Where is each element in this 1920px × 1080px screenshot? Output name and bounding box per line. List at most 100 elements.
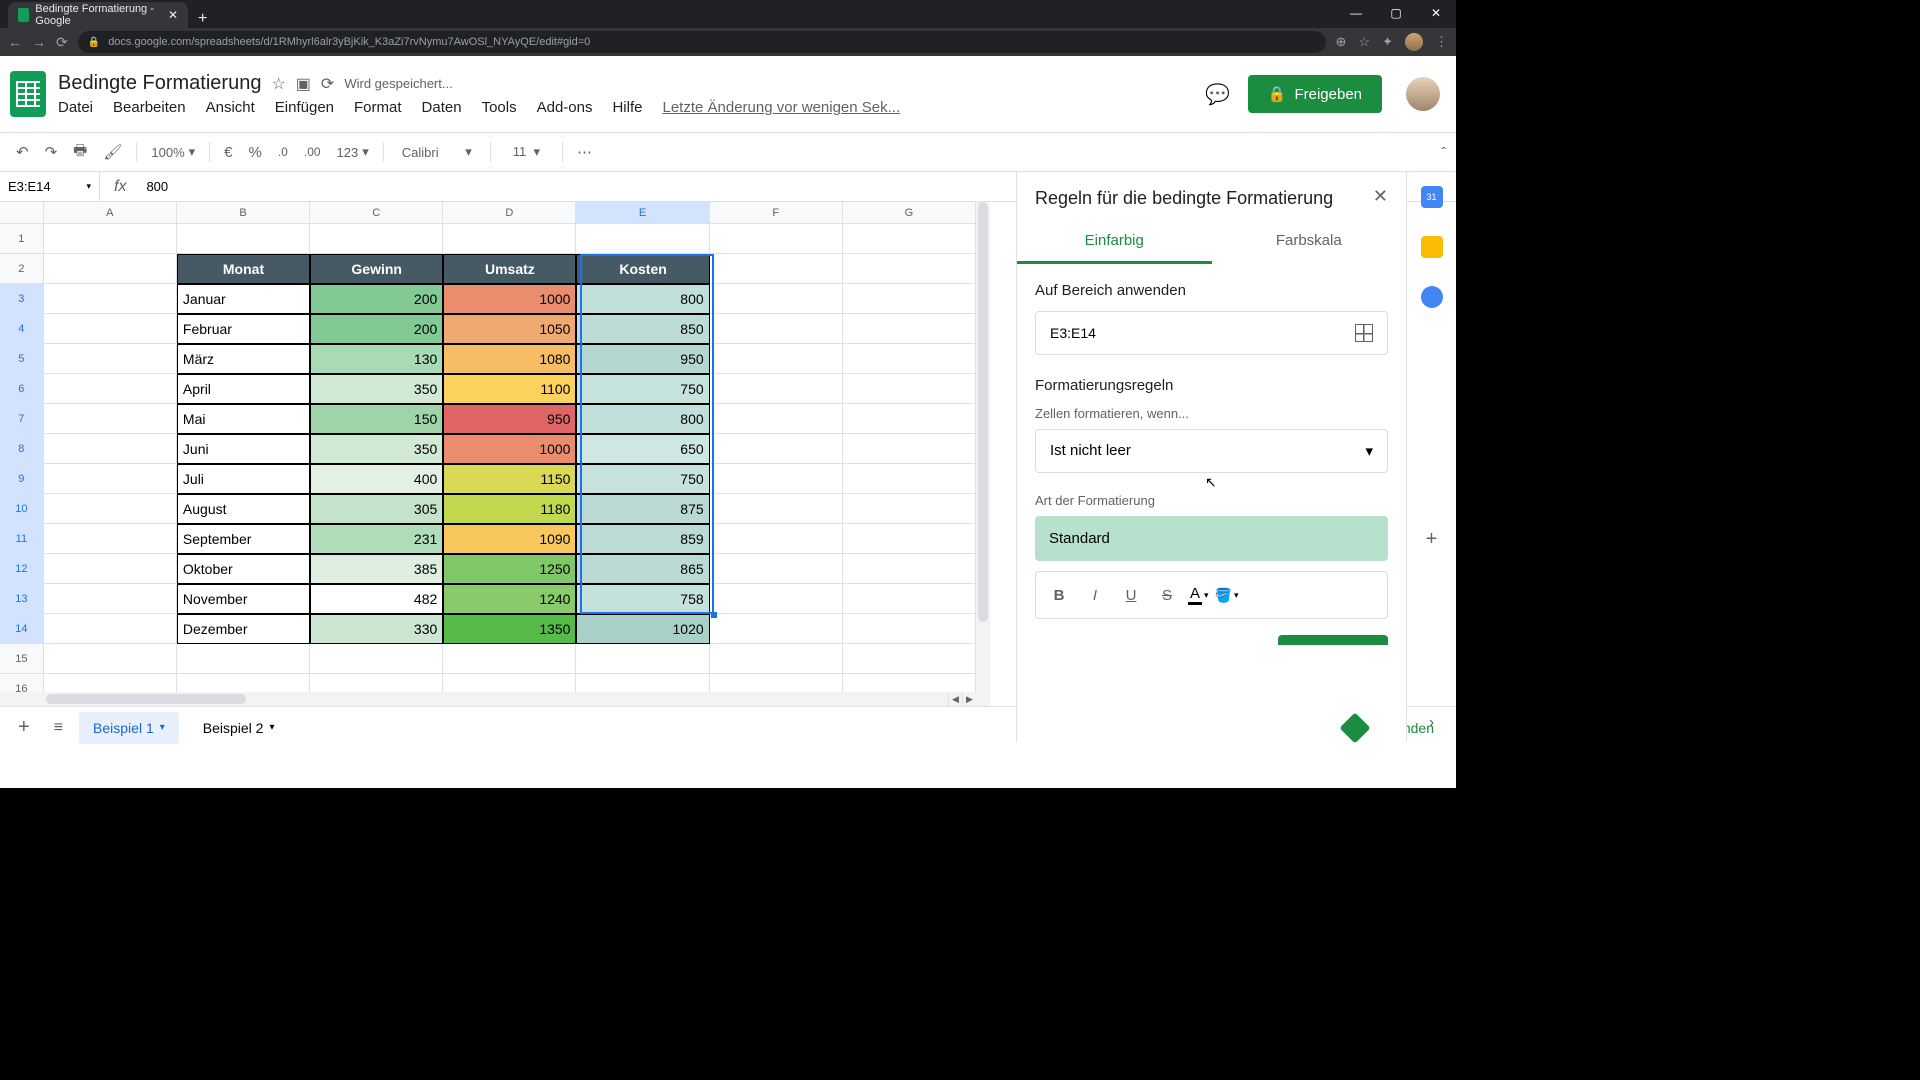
cell-D5[interactable]: 1080 <box>443 344 576 374</box>
cell-G15[interactable] <box>843 644 976 674</box>
row-header-13[interactable]: 13 <box>0 584 44 614</box>
tasks-icon[interactable] <box>1421 286 1443 308</box>
cell-F4[interactable] <box>710 314 843 344</box>
cell-F10[interactable] <box>710 494 843 524</box>
cell-E4[interactable]: 850 <box>576 314 709 344</box>
cell-B3[interactable]: Januar <box>177 284 310 314</box>
cell-A15[interactable] <box>44 644 177 674</box>
zoom-icon[interactable]: ⊕ <box>1336 34 1347 50</box>
cell-A13[interactable] <box>44 584 177 614</box>
cell-G3[interactable] <box>843 284 976 314</box>
browser-tab[interactable]: Bedingte Formatierung - Google ✕ <box>8 2 188 28</box>
row-header-3[interactable]: 3 <box>0 284 44 314</box>
account-avatar[interactable] <box>1406 77 1440 111</box>
row-header-1[interactable]: 1 <box>0 224 44 254</box>
range-input[interactable]: E3:E14 <box>1035 311 1388 355</box>
decrease-decimals-button[interactable]: .0 <box>272 141 294 163</box>
chrome-menu-icon[interactable]: ⋮ <box>1435 34 1448 50</box>
cell-B14[interactable]: Dezember <box>177 614 310 644</box>
collapse-rail-icon[interactable]: › <box>1429 714 1434 732</box>
cell-B2[interactable]: Monat <box>177 254 310 284</box>
share-button[interactable]: 🔒 Freigeben <box>1248 75 1382 113</box>
cell-C5[interactable]: 130 <box>310 344 443 374</box>
cell-C6[interactable]: 350 <box>310 374 443 404</box>
horizontal-scrollbar[interactable] <box>46 694 246 704</box>
cell-C10[interactable]: 305 <box>310 494 443 524</box>
scroll-right-icon[interactable]: ▶ <box>962 692 976 706</box>
cell-C15[interactable] <box>310 644 443 674</box>
cell-A4[interactable] <box>44 314 177 344</box>
add-sheet-button[interactable]: + <box>10 716 38 739</box>
document-title[interactable]: Bedingte Formatierung <box>58 72 261 95</box>
cell-G9[interactable] <box>843 464 976 494</box>
close-window-icon[interactable]: ✕ <box>1416 0 1456 26</box>
print-icon[interactable]: 🖶 <box>67 136 93 169</box>
redo-icon[interactable]: ↷ <box>39 139 64 165</box>
new-tab-button[interactable]: + <box>188 10 217 28</box>
collapse-toolbar-icon[interactable]: ˆ <box>1441 144 1446 160</box>
sheet-tab-1[interactable]: Beispiel 1▾ <box>79 712 179 744</box>
cell-G13[interactable] <box>843 584 976 614</box>
column-header-E[interactable]: E <box>576 202 709 223</box>
text-color-button[interactable]: A▾ <box>1188 585 1209 605</box>
cell-B10[interactable]: August <box>177 494 310 524</box>
cell-C13[interactable]: 482 <box>310 584 443 614</box>
zoom-select[interactable]: 100% ▾ <box>145 144 201 160</box>
selection-handle[interactable] <box>711 612 717 618</box>
cell-F15[interactable] <box>710 644 843 674</box>
cell-A6[interactable] <box>44 374 177 404</box>
row-header-10[interactable]: 10 <box>0 494 44 524</box>
cell-A14[interactable] <box>44 614 177 644</box>
cell-B12[interactable]: Oktober <box>177 554 310 584</box>
tab-single-color[interactable]: Einfarbig <box>1017 220 1212 264</box>
cell-E10[interactable]: 875 <box>576 494 709 524</box>
cell-D8[interactable]: 1000 <box>443 434 576 464</box>
paint-format-icon[interactable]: 🖌 <box>97 139 128 165</box>
cell-F7[interactable] <box>710 404 843 434</box>
cell-G5[interactable] <box>843 344 976 374</box>
cell-E11[interactable]: 859 <box>576 524 709 554</box>
menu-daten[interactable]: Daten <box>422 99 462 116</box>
keep-icon[interactable] <box>1421 236 1443 258</box>
back-icon[interactable]: ← <box>8 34 22 50</box>
cell-A3[interactable] <box>44 284 177 314</box>
menu-hilfe[interactable]: Hilfe <box>612 99 642 116</box>
cell-F13[interactable] <box>710 584 843 614</box>
cell-G6[interactable] <box>843 374 976 404</box>
cell-D7[interactable]: 950 <box>443 404 576 434</box>
cell-C11[interactable]: 231 <box>310 524 443 554</box>
cell-D1[interactable] <box>443 224 576 254</box>
cell-E9[interactable]: 750 <box>576 464 709 494</box>
cell-F1[interactable] <box>710 224 843 254</box>
cell-C9[interactable]: 400 <box>310 464 443 494</box>
column-header-D[interactable]: D <box>443 202 576 223</box>
cell-D6[interactable]: 1100 <box>443 374 576 404</box>
close-panel-icon[interactable]: ✕ <box>1373 186 1388 207</box>
more-toolbar-icon[interactable]: ⋯ <box>571 139 598 165</box>
scroll-left-icon[interactable]: ◀ <box>948 692 962 706</box>
menu-tools[interactable]: Tools <box>482 99 517 116</box>
star-icon[interactable]: ☆ <box>271 74 285 94</box>
select-range-icon[interactable] <box>1355 324 1373 342</box>
cell-A7[interactable] <box>44 404 177 434</box>
cell-G12[interactable] <box>843 554 976 584</box>
cell-B4[interactable]: Februar <box>177 314 310 344</box>
italic-button[interactable]: I <box>1080 580 1110 610</box>
cell-G11[interactable] <box>843 524 976 554</box>
vertical-scrollbar[interactable] <box>978 202 988 622</box>
cell-G1[interactable] <box>843 224 976 254</box>
currency-button[interactable]: € <box>218 140 238 165</box>
cell-D2[interactable]: Umsatz <box>443 254 576 284</box>
cell-A8[interactable] <box>44 434 177 464</box>
format-preview[interactable]: Standard <box>1035 516 1388 561</box>
cell-A10[interactable] <box>44 494 177 524</box>
cell-A9[interactable] <box>44 464 177 494</box>
row-header-2[interactable]: 2 <box>0 254 44 284</box>
cell-G8[interactable] <box>843 434 976 464</box>
address-bar[interactable]: 🔒 docs.google.com/spreadsheets/d/1RMhyrl… <box>78 31 1326 53</box>
sheets-logo[interactable] <box>10 71 46 117</box>
cell-C7[interactable]: 150 <box>310 404 443 434</box>
cell-D15[interactable] <box>443 644 576 674</box>
cell-A5[interactable] <box>44 344 177 374</box>
cell-C4[interactable]: 200 <box>310 314 443 344</box>
